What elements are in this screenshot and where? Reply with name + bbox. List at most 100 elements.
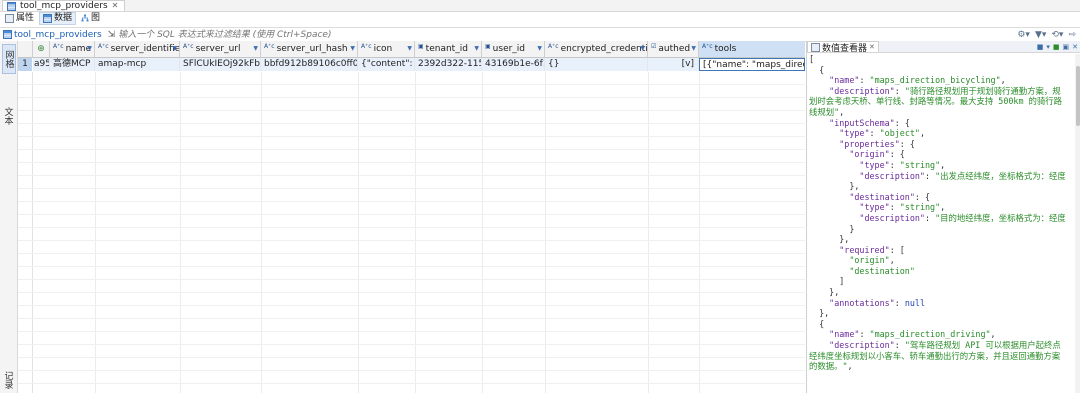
editor-tab-tool-mcp-providers[interactable]: tool_mcp_providers ✕	[2, 0, 126, 11]
column-header-authed[interactable]: ☑ authed ▼	[648, 41, 699, 58]
scrollbar-thumb[interactable]	[1076, 66, 1080, 126]
sort-icon[interactable]: ▼	[87, 41, 92, 57]
filter-forward-icon[interactable]: ⇨	[1068, 30, 1076, 40]
column-header-server-identifier[interactable]: A⁺c server_identifier ▼	[95, 41, 180, 58]
table-cell-user-id[interactable]: 43169b1e-6f18-	[482, 58, 545, 71]
json-viewer[interactable]: [ { "name": "maps_direction_bicycling", …	[809, 54, 1065, 393]
value-viewer-icon	[811, 42, 820, 52]
filter-input[interactable]	[118, 29, 1018, 40]
table-cell-tools[interactable]: [{"name": "maps_direction_bic	[699, 58, 805, 71]
table-cell-icon[interactable]: {"content": "\ud	[358, 58, 415, 71]
json-line: {	[809, 64, 825, 75]
boolean-type-icon: ☑	[651, 43, 657, 50]
close-icon[interactable]: ✕	[869, 43, 875, 51]
json-line: "description": "驾车路径规划 API 可以根据用户起终点经纬度坐…	[809, 340, 1061, 372]
filter-expand-icon[interactable]: ⇲	[108, 30, 116, 40]
table-cell-encrypted-credentials[interactable]: {}	[545, 58, 648, 71]
grid-divider	[18, 123, 805, 124]
save-icon[interactable]: ■	[1053, 43, 1060, 51]
table-cell-id[interactable]: a95	[33, 58, 50, 71]
layout-icon[interactable]: ■	[1037, 43, 1044, 51]
table-cell-server-url-hash[interactable]: bbfd912b89106c0ff0162f	[261, 58, 358, 71]
sort-icon[interactable]: ▼	[350, 41, 355, 57]
filter-history-icon[interactable]: ⚙▾	[1017, 30, 1030, 40]
json-line: "description": "骑行路径规划用于规划骑行通勤方案，规划时会考虑天…	[809, 85, 1063, 117]
json-line: "type": "string",	[859, 202, 946, 213]
vertical-scrollbar[interactable]	[1075, 54, 1080, 393]
table-cell-authed[interactable]: [v]	[648, 58, 699, 71]
data-grid: ⊕ A⁺c name ▼ A⁺c server_identifier ▼ A⁺c serv…	[18, 41, 805, 393]
column-header-icon[interactable]: A⁺c icon ▼	[358, 41, 415, 58]
grid-divider	[18, 357, 805, 358]
tab-data[interactable]: 数据	[39, 11, 77, 25]
filter-table-label: tool_mcp_providers	[14, 29, 102, 40]
text-view-button[interactable]: 文本	[2, 107, 14, 137]
json-line: "origin",	[849, 255, 895, 266]
sort-icon[interactable]: ▼	[691, 41, 696, 57]
dropdown-icon[interactable]: ▾	[1046, 43, 1050, 51]
column-header-server-url[interactable]: A⁺c server_url ▼	[180, 41, 261, 58]
grid-divider	[18, 227, 805, 228]
panel-icon[interactable]: ▣	[1063, 43, 1070, 51]
column-header-name[interactable]: A⁺c name ▼	[50, 41, 95, 58]
grid-divider	[18, 97, 805, 98]
grid-divider	[18, 292, 805, 293]
text-type-icon: A⁺c	[264, 43, 275, 50]
uuid-type-icon: ▣	[485, 43, 491, 50]
sort-icon[interactable]: ▼	[172, 41, 177, 57]
uuid-type-icon: ▣	[418, 43, 424, 50]
column-header-server-url-hash[interactable]: A⁺c server_url_hash ▼	[261, 41, 358, 58]
value-viewer-title: 数值查看器	[822, 43, 868, 54]
filter-table-name[interactable]: tool_mcp_providers	[0, 30, 102, 40]
grid-divider	[18, 136, 805, 137]
sort-icon[interactable]: ▼	[407, 41, 412, 57]
table-cell-tenant-id[interactable]: 2392d322-115b-4	[415, 58, 482, 71]
row-number[interactable]: 1	[18, 58, 32, 71]
table-cell-server-url[interactable]: SFlCUkIEOj92kFb9dNT	[180, 58, 261, 71]
column-header-label: authed	[658, 44, 691, 54]
grid-divider	[18, 383, 805, 384]
grid-view-button[interactable]: 网格	[2, 44, 16, 74]
table-cell-server-identifier[interactable]: amap-mcp	[95, 58, 180, 71]
grid-divider	[18, 201, 805, 202]
grid-divider	[18, 305, 805, 306]
close-panel-icon[interactable]: ✕	[1072, 43, 1078, 51]
column-header-label: user_id	[492, 44, 526, 54]
json-line: "description": "目的地经纬度，坐标格式为：经度，纬度"	[859, 212, 1065, 223]
json-line: },	[809, 308, 830, 319]
grid-divider	[18, 253, 805, 254]
column-header-tools[interactable]: A⁺c tools	[699, 41, 805, 58]
json-line: },	[809, 287, 840, 298]
close-icon[interactable]: ✕	[112, 1, 119, 11]
sort-icon[interactable]: ▼	[640, 41, 645, 57]
column-header-label: server_url_hash	[276, 44, 348, 54]
grid-divider	[18, 149, 805, 150]
table-cell-name[interactable]: 高德MCP	[50, 58, 95, 71]
column-header-encrypted-credentials[interactable]: A⁺cencrypted_credentials▼	[545, 41, 648, 58]
column-header-user-id[interactable]: ▣ user_id ▼	[482, 41, 545, 58]
text-type-icon: A⁺c	[98, 43, 109, 50]
json-line: "inputSchema": {	[829, 117, 910, 128]
json-line: "name": "maps_direction_driving",	[829, 329, 996, 340]
presentation-switcher: 网格 文本 记录	[0, 41, 18, 393]
tab-properties[interactable]: 属性	[2, 13, 37, 24]
filter-apply-icon[interactable]: ▼▾	[1035, 30, 1046, 40]
json-line: "required": [	[839, 244, 905, 255]
sort-icon[interactable]: ▼	[253, 41, 258, 57]
json-line: "type": "string",	[859, 159, 946, 170]
value-viewer-toolbar: ■ ▾ ■ ▣ ✕	[1037, 43, 1080, 51]
filter-bar: tool_mcp_providers ⇲ ⚙▾ ▼▾ ⟲▾ ⇨	[0, 27, 1080, 42]
value-viewer-tab[interactable]: 数值查看器 ✕	[807, 41, 879, 54]
column-settings-icon[interactable]: ⊕	[33, 41, 50, 58]
tab-diagram[interactable]: 图	[78, 13, 103, 24]
json-line: "type": "object",	[839, 128, 926, 139]
sort-icon[interactable]: ▼	[474, 41, 479, 57]
grid-divider	[18, 370, 805, 371]
grid-divider	[18, 110, 805, 111]
filter-clear-icon[interactable]: ⟲▾	[1051, 30, 1063, 40]
editor-subtabs: 属性 数据 图	[0, 11, 103, 25]
column-header-label: icon	[373, 44, 393, 54]
column-header-tenant-id[interactable]: ▣ tenant_id ▼	[415, 41, 482, 58]
record-view-button[interactable]: 记录	[2, 371, 14, 393]
sort-icon[interactable]: ▼	[537, 41, 542, 57]
